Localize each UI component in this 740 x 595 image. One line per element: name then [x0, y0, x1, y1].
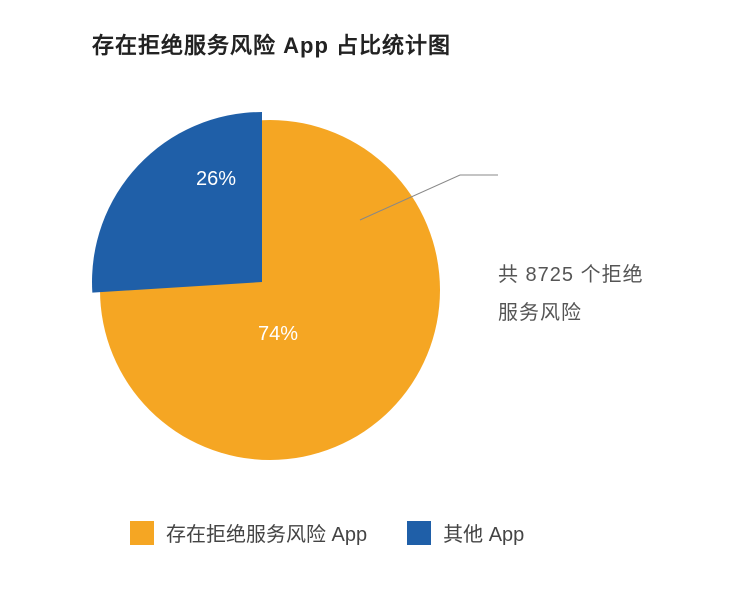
legend-swatch-blue [407, 521, 431, 545]
legend-label-orange: 存在拒绝服务风险 App [166, 518, 367, 547]
legend-item-orange: 存在拒绝服务风险 App [130, 518, 367, 547]
pie-slice-blue [92, 112, 262, 293]
legend-item-blue: 其他 App [407, 518, 524, 547]
annotation-line2: 服务风险 [498, 294, 644, 332]
slice-label-blue: 26% [196, 168, 236, 191]
annotation-line1: 共 8725 个拒绝 [498, 256, 644, 294]
chart-legend: 存在拒绝服务风险 App 其他 App [130, 518, 524, 547]
legend-label-blue: 其他 App [443, 518, 524, 547]
chart-annotation: 共 8725 个拒绝 服务风险 [498, 256, 644, 332]
legend-swatch-orange [130, 521, 154, 545]
slice-label-orange: 74% [258, 323, 298, 346]
